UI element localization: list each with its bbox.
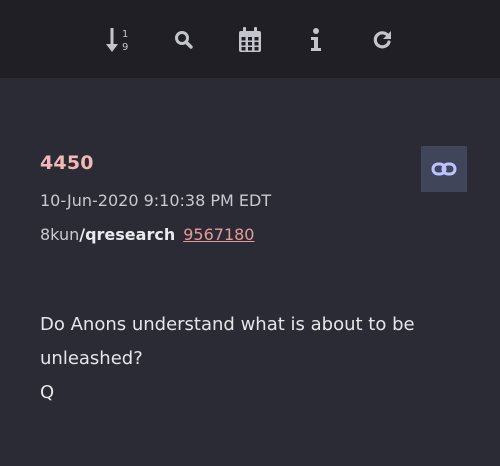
sort-numeric-button[interactable]: 1 9 xyxy=(101,24,135,56)
site-name: 8kun xyxy=(40,225,80,244)
post-ref-link[interactable]: 9567180 xyxy=(183,225,254,244)
link-icon xyxy=(431,162,457,176)
post-card: 4450 10-Jun-2020 9:10:38 PM EDT 8kun/qre… xyxy=(0,78,500,466)
post-signature: Q xyxy=(40,382,55,403)
search-icon xyxy=(175,31,193,49)
sort-numeric-icon: 1 9 xyxy=(106,28,128,53)
info-icon xyxy=(311,28,321,51)
post-number: 4450 xyxy=(40,152,94,174)
board-name: /qresearch xyxy=(79,225,176,244)
post-body-line: unleashed? xyxy=(40,348,143,369)
post-timestamp: 10-Jun-2020 9:10:38 PM EDT xyxy=(40,191,272,210)
calendar-button[interactable] xyxy=(233,24,267,56)
toolbar: 1 9 xyxy=(0,0,500,78)
post-body-line: Do Anons understand what is about to be xyxy=(40,314,415,335)
svg-text:1: 1 xyxy=(122,29,128,40)
post-source: 8kun/qresearch 9567180 xyxy=(40,225,254,244)
post-body: Do Anons understand what is about to be … xyxy=(40,308,470,410)
info-button[interactable] xyxy=(299,24,333,56)
refresh-button[interactable] xyxy=(365,24,399,56)
refresh-icon xyxy=(373,31,391,49)
search-button[interactable] xyxy=(167,24,201,56)
copy-link-button[interactable] xyxy=(421,146,467,192)
calendar-icon xyxy=(239,27,261,52)
svg-text:9: 9 xyxy=(122,42,128,53)
